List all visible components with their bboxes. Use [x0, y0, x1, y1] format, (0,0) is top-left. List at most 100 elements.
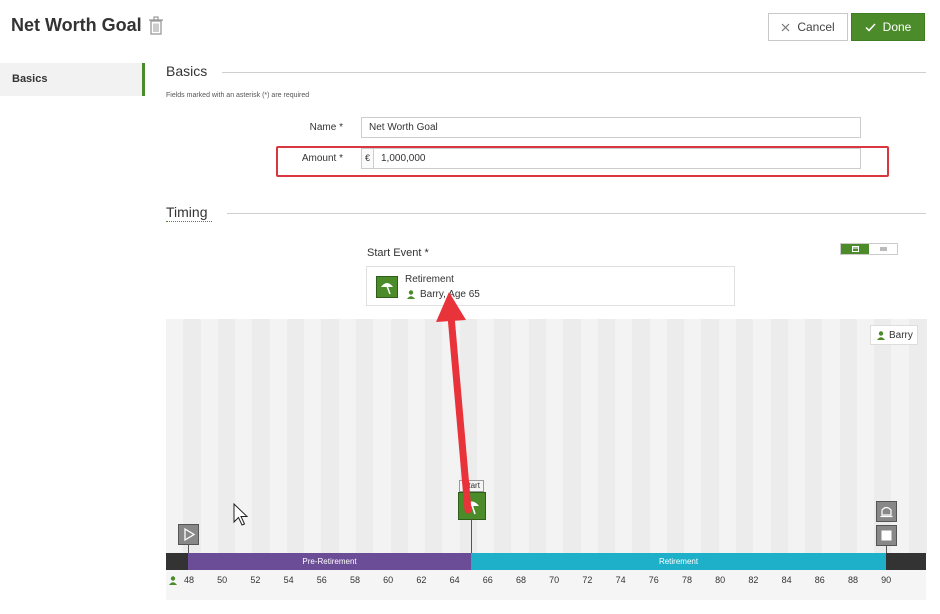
age-tick-label: 56 [316, 575, 327, 585]
stop-icon [881, 530, 892, 541]
age-tick-label: 86 [814, 575, 825, 585]
timeline-stripe [373, 319, 392, 553]
timeline-stripe [615, 319, 634, 553]
end-marker-stem [886, 546, 887, 553]
phase-bar-retirement[interactable]: Retirement [471, 553, 886, 570]
page-title: Net Worth Goal [11, 15, 142, 35]
start-event-marker[interactable] [458, 492, 486, 520]
age-tick-label: 48 [183, 575, 194, 585]
age-tick-label: 82 [748, 575, 759, 585]
phase-bar-lead [166, 553, 188, 570]
list-view-toggle[interactable] [869, 244, 897, 254]
timeline-stripe [356, 319, 374, 553]
timeline-stripe [390, 319, 409, 553]
start-event-card[interactable]: Retirement Barry, Age 65 [366, 266, 735, 306]
phase-label: Retirement [658, 557, 699, 566]
timeline-stripe [563, 319, 582, 553]
timing-title-underline [166, 221, 212, 222]
timeline-area[interactable] [166, 319, 927, 553]
timeline-stripe [183, 319, 202, 553]
phase-label: Pre-Retirement [302, 557, 357, 566]
timeline-stripe [822, 319, 841, 553]
amount-highlight-annotation [276, 146, 889, 177]
event-person: Barry, Age 65 [420, 289, 480, 300]
timeline-stripe [597, 319, 616, 553]
done-button[interactable]: Done [851, 13, 925, 41]
age-tick-label: 90 [881, 575, 892, 585]
timeline-stripe [494, 319, 513, 553]
start-event-line [471, 520, 472, 553]
person-icon [407, 290, 415, 299]
timeline-stripe [666, 319, 685, 553]
timeline-stripe [684, 319, 703, 553]
start-tag: Start [459, 480, 484, 492]
trash-icon[interactable] [148, 16, 164, 36]
sidebar-item-label: Basics [12, 73, 48, 85]
timeline-stripe [753, 319, 772, 553]
start-event-label: Start Event * [367, 247, 429, 259]
age-tick-label: 72 [582, 575, 593, 585]
retirement-umbrella-icon [465, 501, 479, 515]
timeline-stripe [338, 319, 357, 553]
timeline-stripe [839, 319, 858, 553]
age-tick-label: 54 [283, 575, 294, 585]
view-toggle[interactable] [840, 243, 898, 255]
mouse-cursor-icon [233, 503, 249, 526]
timeline-stripe [321, 319, 340, 553]
basics-section-title: Basics [166, 63, 208, 79]
timing-section-title: Timing [166, 204, 208, 220]
play-icon [184, 527, 196, 542]
close-icon [781, 23, 790, 31]
age-tick-label: 62 [416, 575, 427, 585]
timing-divider [227, 213, 926, 214]
bell-icon [880, 506, 893, 518]
timeline-stripe [805, 319, 824, 553]
age-tick-label: 84 [781, 575, 792, 585]
sidebar-item-basics[interactable]: Basics [0, 63, 145, 96]
list-icon [879, 247, 887, 250]
age-tick-label: 78 [681, 575, 692, 585]
timeline-stripe [166, 319, 184, 553]
timeline-stripe [580, 319, 599, 553]
calendar-icon [851, 246, 859, 252]
timeline-stripe [425, 319, 444, 553]
name-input[interactable]: Net Worth Goal [361, 117, 861, 138]
name-label: Name * [309, 122, 343, 133]
person-badge[interactable]: Barry [870, 325, 918, 345]
timeline-stripe [286, 319, 305, 553]
timeline-stripe [736, 319, 754, 553]
age-tick-label: 68 [515, 575, 526, 585]
person-badge-label: Barry [889, 329, 913, 341]
age-tick-label: 60 [383, 575, 394, 585]
timeline-stripe [546, 319, 564, 553]
cancel-label: Cancel [797, 20, 835, 34]
timeline-stripe [770, 319, 789, 553]
timeline-stripe [908, 319, 927, 553]
age-tick-label: 50 [217, 575, 228, 585]
timeline-start-marker[interactable] [178, 524, 199, 545]
person-icon [169, 576, 177, 585]
calendar-view-toggle[interactable] [841, 244, 869, 254]
age-tick-label: 64 [449, 575, 460, 585]
timeline-stripe [407, 319, 426, 553]
timeline-stripe [200, 319, 219, 553]
timeline-stripe [718, 319, 737, 553]
cancel-button[interactable]: Cancel [768, 13, 848, 41]
timeline-stripe [632, 319, 651, 553]
timeline-stripe [701, 319, 720, 553]
person-icon [877, 330, 885, 340]
timeline-stripe [787, 319, 806, 553]
timeline-stripe [649, 319, 668, 553]
check-icon [865, 22, 876, 32]
timeline-stripe [269, 319, 288, 553]
age-tick-label: 58 [349, 575, 360, 585]
end-stop-marker[interactable] [876, 525, 897, 546]
age-tick-label: 52 [250, 575, 261, 585]
done-label: Done [882, 20, 912, 34]
age-tick-label: 70 [549, 575, 560, 585]
end-bell-marker[interactable] [876, 501, 897, 522]
age-tick-label: 76 [648, 575, 659, 585]
basics-divider [222, 72, 926, 73]
timeline-stripe [252, 319, 271, 553]
phase-bar-pre-retirement[interactable]: Pre-Retirement [188, 553, 471, 570]
